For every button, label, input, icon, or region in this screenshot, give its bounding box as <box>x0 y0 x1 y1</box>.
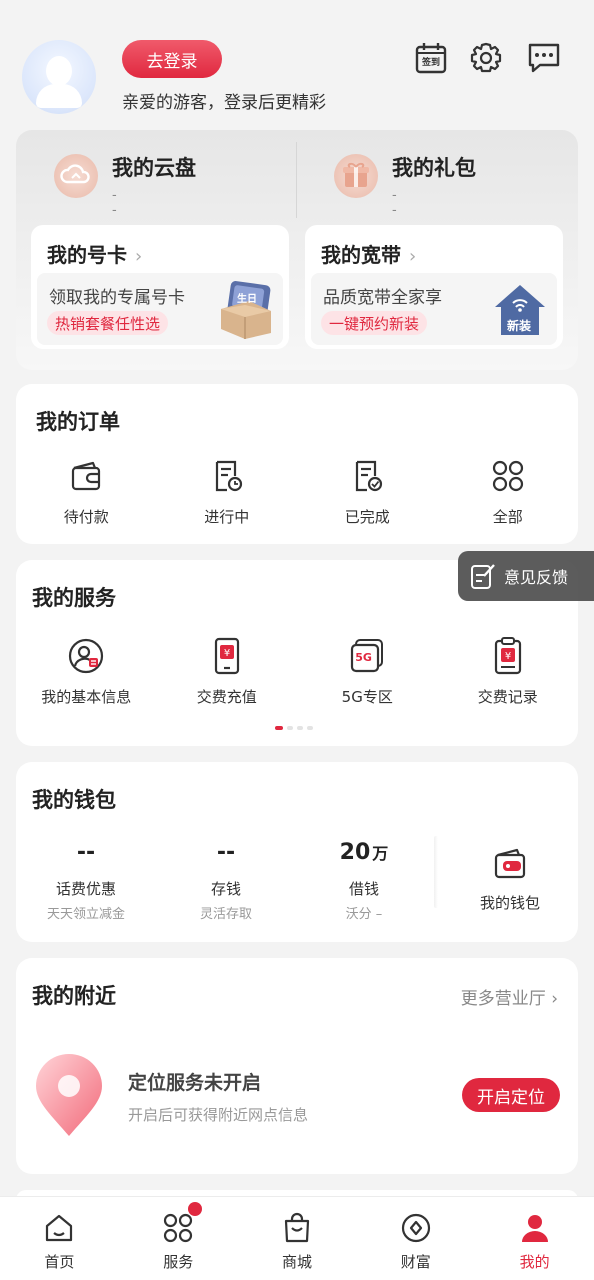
wallet-item-loan[interactable]: 20 万 借钱 沃分 – <box>294 840 434 922</box>
tab-home[interactable]: 首页 <box>0 1197 119 1280</box>
broadband-promo-text: 品质宽带全家享 <box>323 288 442 308</box>
wallet-card: 我的钱包 -- 话费优惠 天天领立减金 -- 存钱 灵活存取 20 万 借钱 沃分… <box>16 762 578 942</box>
service-basic-info[interactable]: 我的基本信息 <box>16 636 157 707</box>
wallet-icon <box>66 456 106 496</box>
5g-icon: 5G <box>347 636 387 676</box>
phone-recharge-icon: ¥ <box>207 636 247 676</box>
gift-icon <box>334 154 378 198</box>
document-check-icon <box>347 456 387 496</box>
cloud-disk-value: -- <box>112 188 117 218</box>
page-dot <box>287 726 293 730</box>
checkin-label: 签到 <box>421 58 440 68</box>
bottom-tab-bar: 首页 服务 商城 财富 我的 <box>0 1196 594 1280</box>
location-status-title: 定位服务未开启 <box>128 1072 262 1094</box>
divider <box>434 836 438 908</box>
feedback-button[interactable]: 意见反馈 <box>458 551 594 601</box>
service-recharge[interactable]: ¥ 交费充值 <box>157 636 298 707</box>
services-grid-icon <box>161 1211 195 1245</box>
greeting-text: 亲爱的游客，登录后更精彩 <box>122 93 326 113</box>
wallet-value: 20 万 <box>339 840 389 865</box>
shopping-bag-icon <box>280 1211 314 1245</box>
services-title: 我的服务 <box>32 586 116 610</box>
feedback-label: 意见反馈 <box>504 568 569 587</box>
notification-dot <box>188 1202 202 1216</box>
gear-icon[interactable] <box>468 40 504 76</box>
cloud-disk-title: 我的云盘 <box>112 156 196 180</box>
order-completed[interactable]: 已完成 <box>297 456 438 527</box>
profile-header: 去登录 亲爱的游客，登录后更精彩 签到 <box>0 0 594 130</box>
location-status-subtitle: 开启后可获得附近网点信息 <box>128 1106 309 1124</box>
enable-location-button[interactable]: 开启定位 <box>462 1078 560 1112</box>
page-dot <box>297 726 303 730</box>
page-dot-active <box>275 726 283 730</box>
service-5g-zone[interactable]: 5G 5G专区 <box>297 636 438 707</box>
page-dot <box>307 726 313 730</box>
order-pending-payment[interactable]: 待付款 <box>16 456 157 527</box>
nearby-title: 我的附近 <box>32 984 116 1008</box>
wallet-value: -- <box>76 840 96 865</box>
simcard-promo-tag: 热销套餐任性选 <box>47 311 169 335</box>
simcard-promo-text: 领取我的专属号卡 <box>49 288 185 308</box>
profile-icon <box>518 1211 552 1245</box>
tab-mall[interactable]: 商城 <box>238 1197 357 1280</box>
location-pin-icon <box>32 1054 106 1138</box>
wallet-value: -- <box>216 840 236 865</box>
5g-badge-text: 5G <box>355 651 372 664</box>
house-wifi-illustration: 新装 <box>489 279 551 339</box>
message-icon[interactable] <box>526 40 562 76</box>
home-icon <box>42 1211 76 1245</box>
login-button[interactable]: 去登录 <box>122 40 222 78</box>
cloud-icon <box>54 154 98 198</box>
document-clock-icon <box>207 456 247 496</box>
svg-text:¥: ¥ <box>505 651 511 662</box>
gift-box-illustration: 生日 <box>215 279 277 339</box>
my-wallet-entry[interactable]: 我的钱包 <box>442 844 578 913</box>
order-all[interactable]: 全部 <box>438 456 579 527</box>
tab-mine[interactable]: 我的 <box>475 1197 594 1280</box>
user-info-icon <box>66 636 106 676</box>
calendar-checkin-icon[interactable]: 签到 <box>413 40 449 76</box>
broadband-promo-tag: 一键预约新装 <box>321 311 428 335</box>
new-install-label: 新装 <box>507 319 532 333</box>
simcard-title: 我的号卡 › <box>47 243 143 267</box>
svg-text:¥: ¥ <box>224 648 230 659</box>
assets-card: 我的云盘 -- 我的礼包 -- 我的号卡› 领取我的专属号卡 热销套餐任性选 <box>16 130 578 370</box>
order-in-progress[interactable]: 进行中 <box>157 456 298 527</box>
wealth-icon <box>399 1211 433 1245</box>
wallet-item-savings[interactable]: -- 存钱 灵活存取 <box>156 840 296 922</box>
simcard-card[interactable]: 我的号卡 › 领取我的专属号卡 热销套餐任性选 生日 <box>31 225 289 349</box>
tab-services[interactable]: 服务 <box>119 1197 238 1280</box>
payment-record-icon: ¥ <box>488 636 528 676</box>
divider <box>296 142 297 218</box>
birthday-card-label: 生日 <box>237 294 257 305</box>
chevron-right-icon: › <box>135 246 143 267</box>
orders-title: 我的订单 <box>36 410 120 434</box>
broadband-title: 我的宽带 › <box>321 243 417 267</box>
edit-note-icon <box>471 564 495 589</box>
broadband-promo[interactable]: 品质宽带全家享 一键预约新装 新装 <box>311 273 557 345</box>
page-indicator <box>275 726 313 730</box>
simcard-promo[interactable]: 领取我的专属号卡 热销套餐任性选 生日 <box>37 273 283 345</box>
chevron-right-icon: › <box>409 246 417 267</box>
avatar[interactable] <box>22 40 96 114</box>
tab-wealth[interactable]: 财富 <box>356 1197 475 1280</box>
wallet-card-icon <box>490 844 530 884</box>
service-payment-record[interactable]: ¥ 交费记录 <box>438 636 579 707</box>
nearby-card: 我的附近 更多营业厅 › 定位服务未开启 开启后可获得附近网点信息 开启定位 <box>16 958 578 1174</box>
orders-card: 我的订单 待付款 进行中 已完成 全部 <box>16 384 578 544</box>
grid-icon <box>488 456 528 496</box>
broadband-card[interactable]: 我的宽带 › 品质宽带全家享 一键预约新装 新装 <box>305 225 563 349</box>
wallet-item-phone-discount[interactable]: -- 话费优惠 天天领立减金 <box>16 840 156 922</box>
gift-pack-value: -- <box>392 188 397 218</box>
gift-pack-title: 我的礼包 <box>392 156 476 180</box>
more-stores-link[interactable]: 更多营业厅 › <box>461 984 558 1009</box>
wallet-title: 我的钱包 <box>32 788 116 812</box>
